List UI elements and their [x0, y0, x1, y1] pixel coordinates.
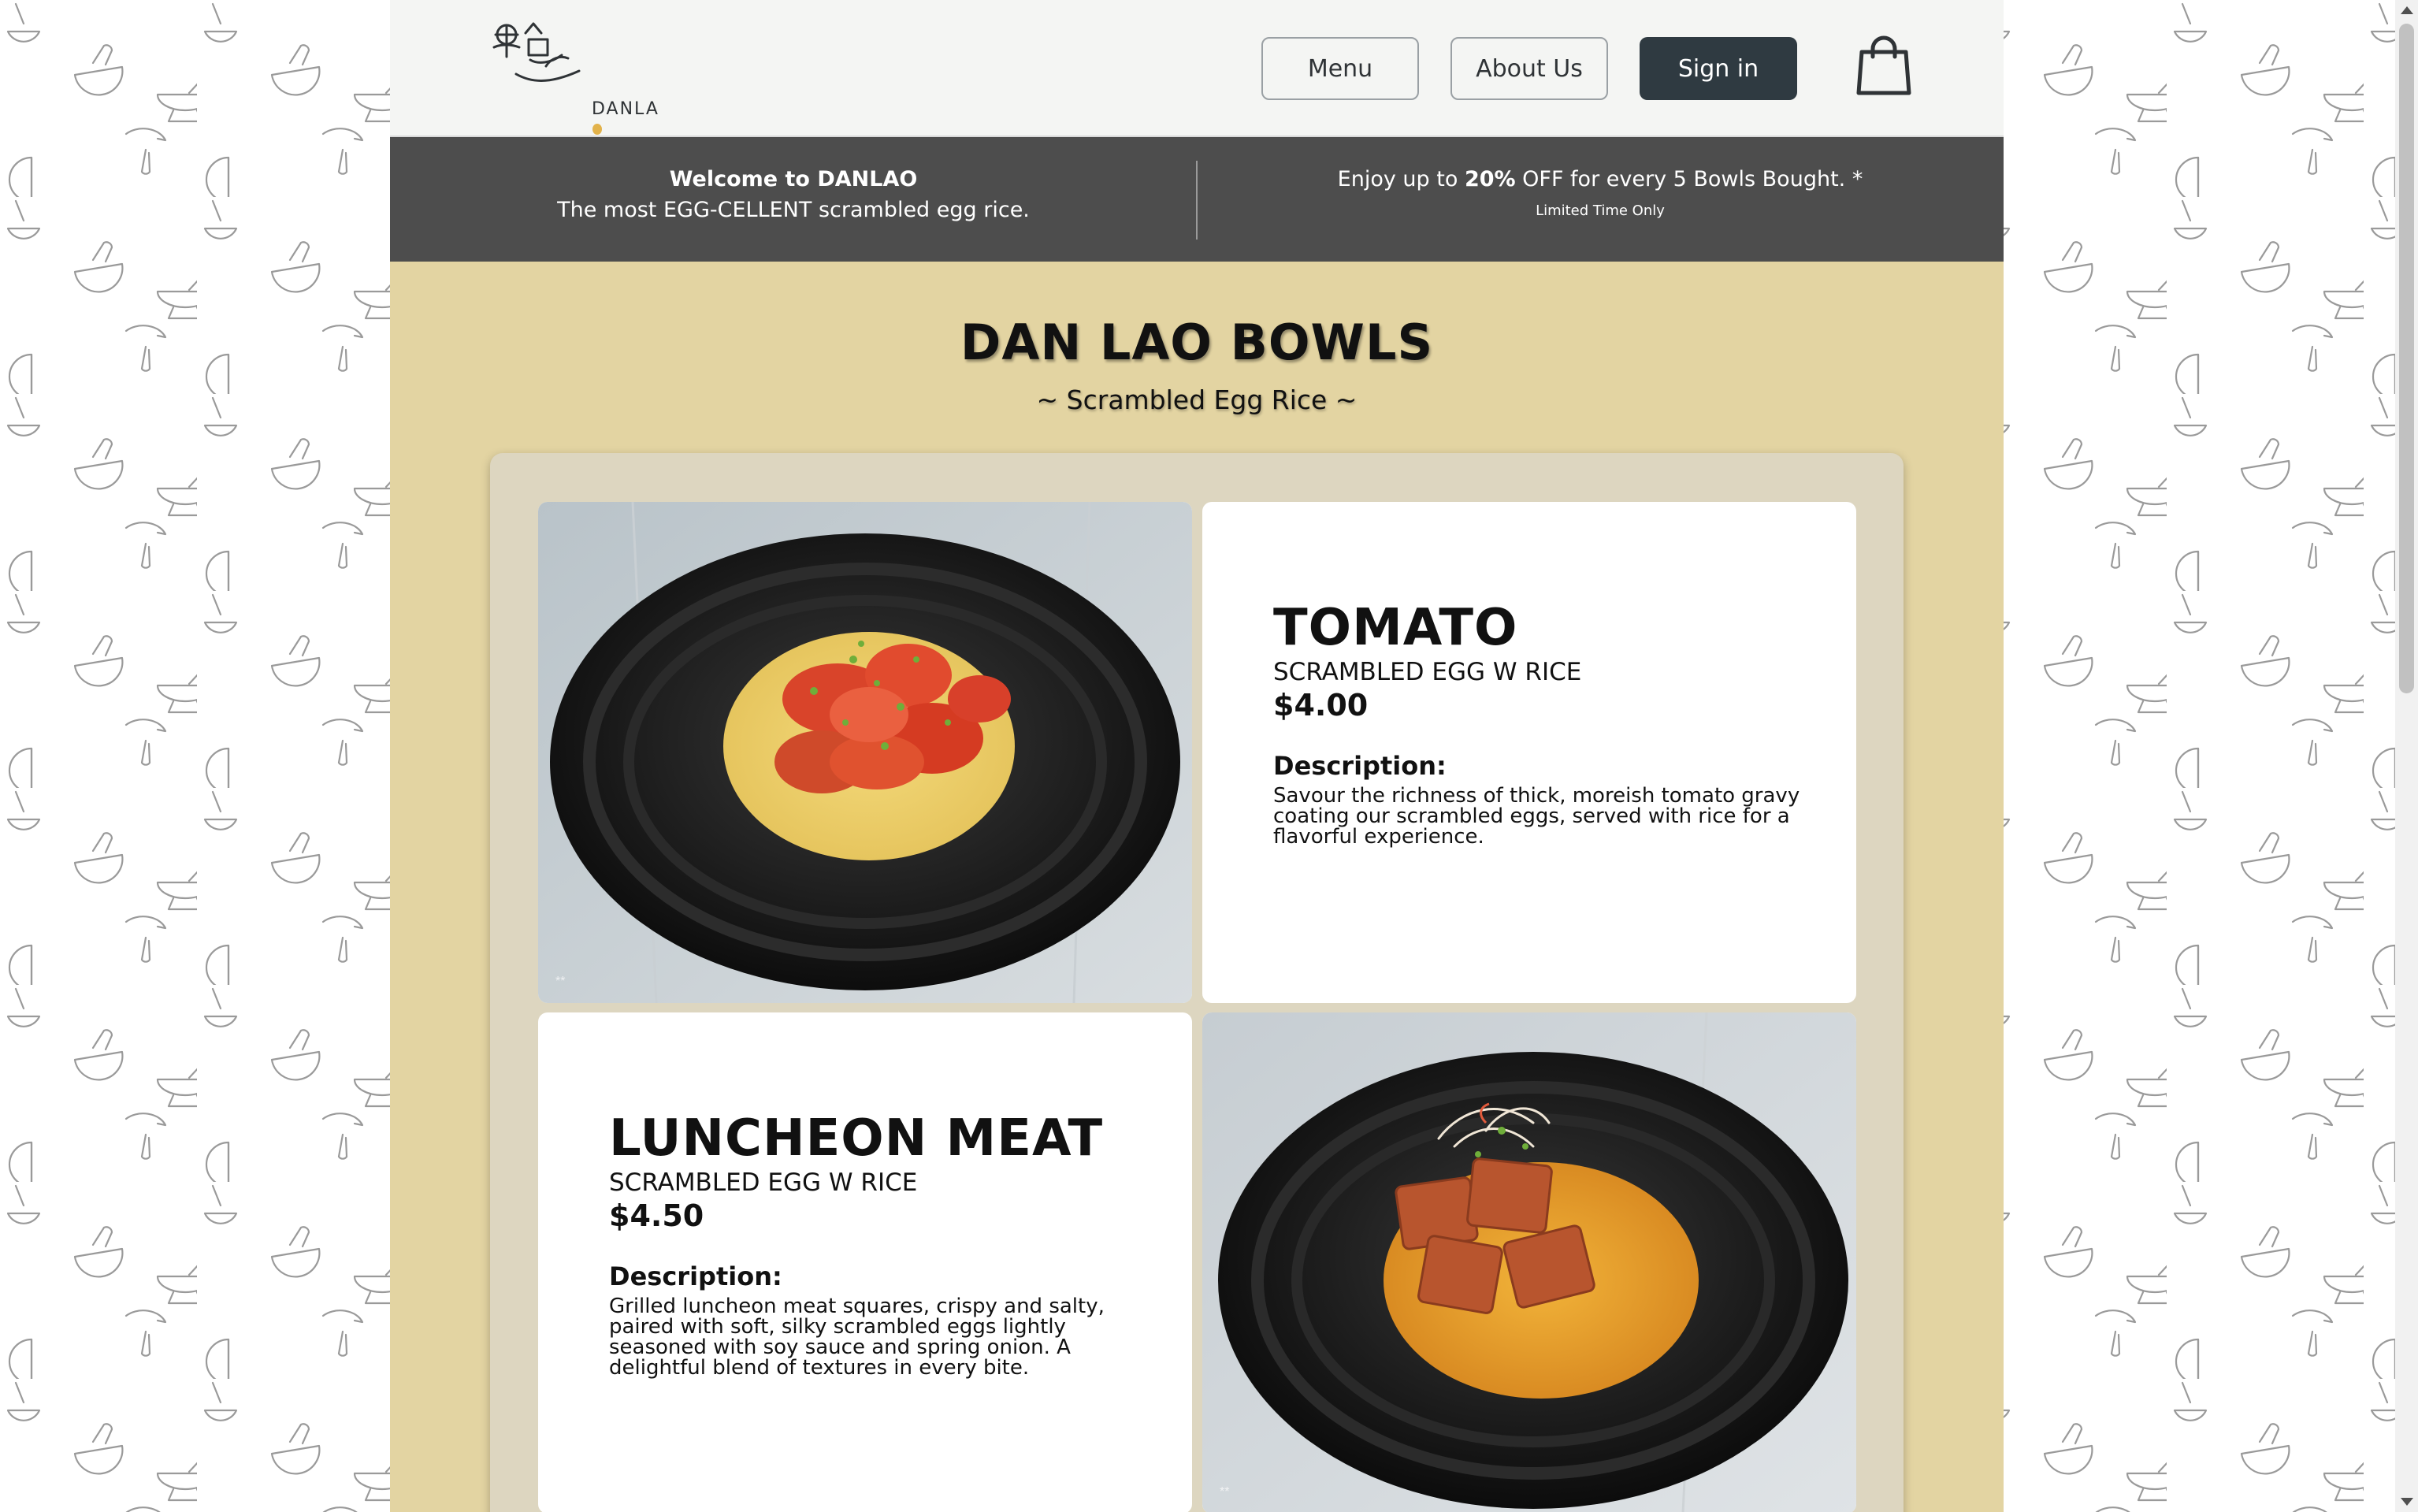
- luncheon-meat-bowl-image[interactable]: **: [1202, 1012, 1856, 1512]
- item-subtitle: SCRAMBLED EGG W RICE: [1273, 658, 1582, 686]
- item-price: $4.00: [1273, 688, 1369, 723]
- tomato-egg-rice-bowl-photo: [538, 502, 1192, 1003]
- scrollbar-thumb[interactable]: [2399, 24, 2414, 693]
- scroll-down-arrow-icon[interactable]: [2401, 1498, 2413, 1506]
- danlao-egg-logo-icon: [492, 22, 581, 82]
- luncheon-meat-info-card: LUNCHEON MEAT SCRAMBLED EGG W RICE $4.50…: [538, 1012, 1192, 1512]
- brand-wordmark: DANLA: [592, 99, 659, 139]
- site-header: DANLA Menu About Us Sign in: [390, 0, 2004, 137]
- about-us-button[interactable]: About Us: [1450, 37, 1608, 100]
- egg-dot-icon: [592, 124, 602, 135]
- item-name: TOMATO: [1273, 599, 1518, 657]
- offer-note: Limited Time Only: [1536, 202, 1665, 219]
- welcome-tagline: The most EGG-CELLENT scrambled egg rice.: [557, 198, 1030, 222]
- welcome-heading: Welcome to DANLAO: [669, 167, 918, 191]
- section-subtitle: ~ Scrambled Egg Rice ~: [1036, 385, 1358, 415]
- item-name: LUNCHEON MEAT: [609, 1109, 1104, 1168]
- menu-button[interactable]: Menu: [1261, 37, 1419, 100]
- danlao-logo[interactable]: DANLA: [485, 11, 658, 135]
- description-heading: Description:: [1273, 751, 1447, 781]
- shopping-bag-icon[interactable]: [1855, 32, 1912, 96]
- menu-panel: ** TOMATO SCRAMBLED EGG W RICE $4.00 Des…: [490, 453, 1904, 1512]
- item-subtitle: SCRAMBLED EGG W RICE: [609, 1168, 918, 1197]
- tomato-bowl-image[interactable]: **: [538, 502, 1192, 1003]
- welcome-message: Welcome to DANLAO The most EGG-CELLENT s…: [390, 167, 1197, 222]
- offer-discount: 20%: [1464, 167, 1516, 191]
- tomato-info-card: TOMATO SCRAMBLED EGG W RICE $4.00 Descri…: [1202, 502, 1856, 1003]
- item-description: Savour the richness of thick, moreish to…: [1273, 784, 1800, 849]
- main-page: DANLA Menu About Us Sign in Welcome to D…: [390, 0, 2004, 1512]
- item-price: $4.50: [609, 1198, 704, 1233]
- page-scrollbar[interactable]: [2395, 0, 2418, 1512]
- offer-message: Enjoy up to 20% OFF for every 5 Bowls Bo…: [1197, 167, 2004, 219]
- description-heading: Description:: [609, 1261, 782, 1291]
- sign-in-button[interactable]: Sign in: [1640, 37, 1797, 100]
- section-title: DAN LAO BOWLS: [960, 314, 1434, 371]
- photo-watermark: **: [555, 975, 566, 988]
- item-description: Grilled luncheon meat squares, crispy an…: [609, 1295, 1105, 1380]
- promo-bar: Welcome to DANLAO The most EGG-CELLENT s…: [390, 137, 2004, 262]
- luncheon-meat-egg-rice-bowl-photo: [1202, 1012, 1856, 1512]
- offer-text: Enjoy up to 20% OFF for every 5 Bowls Bo…: [1337, 167, 1863, 191]
- scroll-up-arrow-icon[interactable]: [2401, 6, 2413, 14]
- photo-watermark: **: [1220, 1485, 1230, 1499]
